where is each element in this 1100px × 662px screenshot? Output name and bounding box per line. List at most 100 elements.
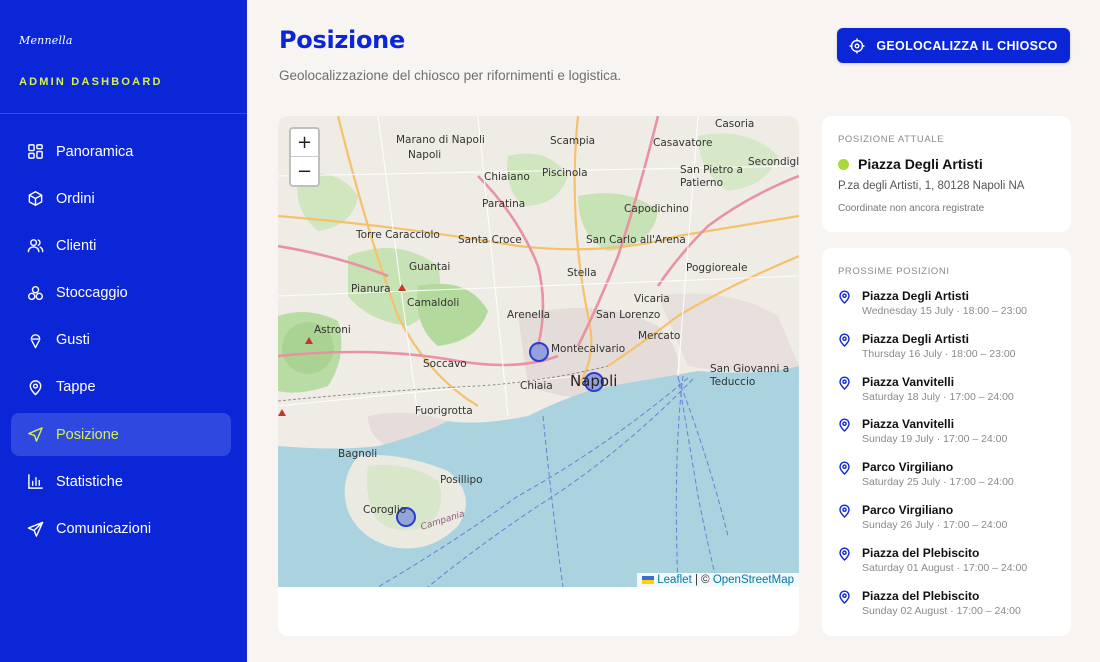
current-position-title: Piazza Degli Artisti: [858, 156, 983, 172]
zoom-in-button[interactable]: +: [291, 129, 318, 157]
sidebar-item-clienti[interactable]: Clienti: [11, 224, 231, 267]
current-position-name: Piazza Degli Artisti: [838, 156, 983, 172]
map-label: Paratina: [482, 198, 526, 210]
list-item[interactable]: Parco Virgiliano Sunday 26 July · 17:00 –…: [838, 503, 1063, 546]
map-label: San Pietro a Patierno: [680, 164, 743, 189]
page-title: Posizione: [279, 26, 405, 54]
navigation-icon: [26, 426, 44, 444]
map-label: San Carlo all'Arena: [586, 234, 686, 246]
upcoming-position-date: Saturday 18 July · 17:00 – 24:00: [862, 390, 1014, 403]
attribution-separator: | ©: [691, 574, 713, 586]
map-card: Marano di Napoli Napoli Napoli Posillipo…: [278, 116, 799, 636]
map-label: San Lorenzo: [596, 309, 661, 321]
list-item[interactable]: Piazza Vanvitelli Sunday 19 July · 17:00 …: [838, 417, 1063, 460]
map[interactable]: Marano di Napoli Napoli Napoli Posillipo…: [278, 116, 799, 587]
sidebar-item-label: Comunicazioni: [56, 521, 152, 537]
ukraine-flag-icon: [642, 575, 655, 584]
sidebar-item-stoccaggio[interactable]: Stoccaggio: [11, 272, 231, 315]
map-label: Stella: [567, 267, 597, 279]
sidebar-item-ordini[interactable]: Ordini: [11, 177, 231, 220]
map-label: Guantai: [409, 261, 451, 273]
brand-subtitle: ADMIN DASHBOARD: [19, 76, 163, 88]
upcoming-position-date: Sunday 26 July · 17:00 – 24:00: [862, 518, 1008, 531]
brand-logo: Mennella: [19, 34, 73, 47]
sidebar-nav: Panoramica Ordini Clienti Stoccaggio Gus…: [11, 130, 231, 555]
box-icon: [26, 190, 44, 208]
upcoming-position-name: Piazza Degli Artisti: [862, 289, 969, 303]
zoom-control: + −: [289, 127, 320, 187]
map-label: Pianura: [351, 283, 391, 295]
upcoming-position-name: Piazza Vanvitelli: [862, 417, 955, 432]
current-position-address: P.za degli Artisti, 1, 80128 Napoli NA: [838, 180, 1025, 192]
map-label: Posillipo: [440, 474, 483, 486]
sidebar-item-label: Stoccaggio: [56, 285, 128, 302]
list-item[interactable]: Piazza del Plebiscito Saturday 01 August …: [838, 546, 1063, 589]
sidebar-item-posizione[interactable]: Posizione: [11, 413, 231, 457]
upcoming-position-name: Piazza del Plebiscito: [862, 588, 980, 603]
upcoming-position-date: Wednesday 15 July · 18:00 – 23:00: [862, 305, 1028, 317]
map-pin-icon: [838, 589, 852, 632]
map-label: Piscinola: [542, 167, 588, 179]
upcoming-position-date: Saturday 01 August · 17:00 – 24:00: [862, 561, 1028, 574]
crosshair-icon: [849, 38, 865, 53]
map-label: Soccavo: [423, 358, 467, 370]
list-item[interactable]: Piazza Degli Artisti Wednesday 15 July · …: [838, 289, 1063, 332]
map-label: Camaldoli: [407, 297, 460, 309]
upcoming-positions-label: PROSSIME POSIZIONI: [838, 266, 950, 277]
bar-chart-icon: [26, 473, 44, 491]
current-position-label: POSIZIONE ATTUALE: [838, 134, 945, 145]
map-label: Capodichino: [624, 203, 689, 215]
map-label: Napoli: [570, 372, 618, 390]
users-icon: [26, 237, 44, 255]
osm-link[interactable]: OpenStreetMap: [713, 574, 794, 586]
map-label: Chiaiano: [484, 171, 530, 183]
map-label: Fuorigrotta: [415, 405, 473, 417]
upcoming-position-date: Sunday 02 August · 17:00 – 24:00: [862, 604, 1021, 617]
map-label: Bagnoli: [338, 448, 378, 460]
upcoming-position-name: Piazza del Plebiscito: [862, 545, 980, 560]
map-label: Chiaia: [520, 380, 553, 392]
sidebar: Mennella ADMIN DASHBOARD Panoramica Ordi…: [0, 0, 247, 662]
upcoming-position-name: Parco Virgiliano: [862, 502, 954, 517]
map-marker[interactable]: [529, 342, 549, 362]
map-pin-icon: [838, 417, 852, 460]
sidebar-item-statistiche[interactable]: Statistiche: [11, 460, 231, 503]
sidebar-item-label: Gusti: [56, 332, 90, 349]
upcoming-position-name: Piazza Degli Artisti: [862, 331, 969, 346]
current-position-card: POSIZIONE ATTUALE Piazza Degli Artisti P…: [822, 116, 1071, 232]
sidebar-item-gusti[interactable]: Gusti: [11, 319, 231, 362]
status-dot-icon: [838, 158, 849, 170]
upcoming-position-date: Thursday 16 July · 18:00 – 23:00: [862, 347, 1016, 360]
map-pin-icon: [838, 546, 852, 589]
map-pin-icon: [838, 332, 852, 375]
map-label: Astroni: [314, 324, 351, 336]
list-item[interactable]: Piazza Vanvitelli Saturday 18 July · 17:0…: [838, 375, 1063, 418]
sidebar-item-comunicazioni[interactable]: Comunicazioni: [11, 508, 231, 551]
list-item[interactable]: Piazza del Plebiscito Sunday 02 August · …: [838, 589, 1063, 632]
map-label: Casavatore: [653, 137, 713, 149]
upcoming-position-date: Saturday 25 July · 17:00 – 24:00: [862, 476, 1014, 489]
geolocate-button[interactable]: GEOLOCALIZZA IL CHIOSCO: [837, 28, 1070, 63]
current-position-coords: Coordinate non ancora registrate: [838, 203, 985, 214]
map-label: Secondigliano: [748, 156, 799, 168]
list-item[interactable]: Parco Virgiliano Saturday 25 July · 17:00…: [838, 460, 1063, 503]
map-pin-icon: [838, 289, 852, 332]
sidebar-item-label: Panoramica: [56, 143, 134, 160]
map-label: Montecalvario: [551, 343, 626, 355]
map-label: Marano di Napoli: [396, 134, 485, 146]
geolocate-button-label: GEOLOCALIZZA IL CHIOSCO: [876, 38, 1058, 53]
zoom-out-button[interactable]: −: [291, 157, 318, 185]
leaflet-link[interactable]: Leaflet: [657, 574, 692, 586]
map-label: Napoli: [408, 149, 442, 161]
map-label: Poggioreale: [686, 262, 748, 274]
upcoming-position-date: Sunday 19 July · 17:00 – 24:00: [862, 433, 1008, 446]
map-label: San Giovanni a Teduccio: [710, 363, 790, 388]
map-attribution: Leaflet | © OpenStreetMap: [637, 573, 799, 587]
sidebar-item-label: Posizione: [56, 426, 119, 443]
map-pin-icon: [838, 460, 852, 503]
upcoming-position-name: Piazza Vanvitelli: [862, 374, 955, 389]
map-pin-icon: [838, 375, 852, 418]
sidebar-item-tappe[interactable]: Tappe: [11, 366, 231, 409]
sidebar-item-panoramica[interactable]: Panoramica: [11, 130, 231, 173]
list-item[interactable]: Piazza Degli Artisti Thursday 16 July · 1…: [838, 332, 1063, 375]
